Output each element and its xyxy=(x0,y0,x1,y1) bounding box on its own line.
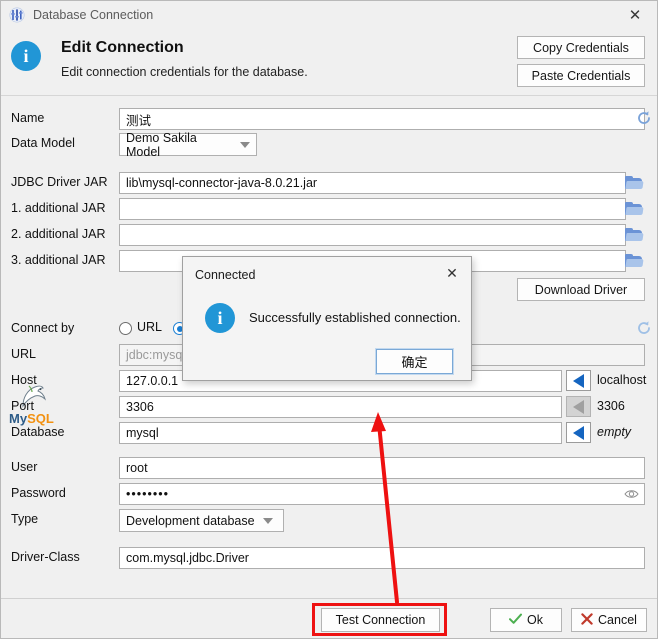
row-driver-class: Driver-Class com.mysql.jdbc.Driver xyxy=(1,547,657,569)
additional-jar-1-input[interactable] xyxy=(119,198,626,220)
arrow-left-icon xyxy=(573,399,584,414)
data-model-value: Demo Sakila Model xyxy=(126,130,197,159)
window-titlebar: Database Connection ✕ xyxy=(1,1,657,29)
type-value: Development database xyxy=(126,513,255,528)
show-password-eye-icon[interactable] xyxy=(624,488,639,500)
test-connection-button[interactable]: Test Connection xyxy=(321,608,440,632)
arrow-left-icon xyxy=(573,373,584,388)
additional-jar-1-label: 1. additional JAR xyxy=(11,201,106,215)
password-label: Password xyxy=(11,486,66,500)
refresh-name-icon[interactable] xyxy=(636,110,652,129)
chevron-down-icon xyxy=(262,517,273,524)
additional-jar-2-input[interactable] xyxy=(119,224,626,246)
database-label: Database xyxy=(11,425,65,439)
host-label: Host xyxy=(11,373,37,387)
connect-by-label: Connect by xyxy=(11,321,75,335)
password-input[interactable]: •••••••• xyxy=(119,483,645,505)
connected-dialog-ok-button[interactable]: 确定 xyxy=(375,348,454,375)
ok-button-label: Ok xyxy=(527,613,543,627)
additional-jar-3-label: 3. additional JAR xyxy=(11,253,106,267)
type-select[interactable]: Development database xyxy=(119,509,284,532)
name-label: Name xyxy=(11,111,45,125)
user-input[interactable]: root xyxy=(119,457,645,479)
port-default-button[interactable] xyxy=(566,396,591,417)
row-additional-jar-2: 2. additional JAR xyxy=(1,224,657,246)
host-default-button[interactable] xyxy=(566,370,591,391)
page-title: Edit Connection xyxy=(61,39,184,56)
port-label: Port xyxy=(11,399,34,413)
dialog-footer: Test Connection Ok Cancel xyxy=(1,598,657,638)
row-jdbc-driver-jar: JDBC Driver JAR lib\mysql-connector-java… xyxy=(1,172,657,194)
paste-credentials-button[interactable]: Paste Credentials xyxy=(517,64,645,87)
row-data-model: Data Model Demo Sakila Model xyxy=(1,130,657,159)
download-driver-button[interactable]: Download Driver xyxy=(517,278,645,301)
database-hint: empty xyxy=(597,425,632,439)
info-icon: i xyxy=(11,41,41,71)
info-icon: i xyxy=(205,303,235,333)
jdbc-driver-jar-label: JDBC Driver JAR xyxy=(11,175,108,189)
chevron-down-icon xyxy=(240,141,250,148)
database-default-button[interactable] xyxy=(566,422,591,443)
dialog-header: i Edit Connection Edit connection creden… xyxy=(1,29,657,96)
row-port: Port 3306 3306 xyxy=(1,396,657,418)
data-model-select[interactable]: Demo Sakila Model xyxy=(119,130,257,159)
row-password: Password •••••••• xyxy=(1,483,657,505)
connect-by-url-radio-label: URL xyxy=(137,320,163,334)
cancel-button-label: Cancel xyxy=(598,613,637,627)
connected-dialog-close-button[interactable]: ✕ xyxy=(437,261,467,285)
page-subtitle: Edit connection credentials for the data… xyxy=(61,65,308,79)
window-close-button[interactable]: ✕ xyxy=(613,1,657,29)
url-label: URL xyxy=(11,347,37,361)
type-label: Type xyxy=(11,512,39,526)
name-input[interactable]: 测试 xyxy=(119,108,645,130)
arrow-left-icon xyxy=(573,425,584,440)
row-database: Database mysql empty xyxy=(1,422,657,444)
additional-jar-2-label: 2. additional JAR xyxy=(11,227,106,241)
connect-by-url-radio[interactable] xyxy=(119,322,132,335)
row-user: User root xyxy=(1,457,657,479)
data-model-label: Data Model xyxy=(11,136,75,150)
row-type: Type Development database xyxy=(1,509,657,532)
database-connection-icon xyxy=(9,7,25,23)
driver-class-label: Driver-Class xyxy=(11,550,80,564)
refresh-connection-icon[interactable] xyxy=(636,320,652,339)
copy-credentials-button[interactable]: Copy Credentials xyxy=(517,36,645,59)
row-name: Name 测试 xyxy=(1,108,657,130)
jdbc-driver-jar-input[interactable]: lib\mysql-connector-java-8.0.21.jar xyxy=(119,172,626,194)
user-label: User xyxy=(11,460,38,474)
connected-dialog-message: Successfully established connection. xyxy=(249,310,461,325)
port-input[interactable]: 3306 xyxy=(119,396,562,418)
port-hint: 3306 xyxy=(597,399,625,413)
connected-dialog-title: Connected xyxy=(195,268,256,282)
database-input[interactable]: mysql xyxy=(119,422,562,444)
driver-class-input[interactable]: com.mysql.jdbc.Driver xyxy=(119,547,645,569)
close-x-icon xyxy=(581,612,593,628)
cancel-button[interactable]: Cancel xyxy=(571,608,647,632)
window-title: Database Connection xyxy=(33,8,154,22)
row-additional-jar-1: 1. additional JAR xyxy=(1,198,657,220)
host-hint: localhost xyxy=(597,373,647,387)
check-icon xyxy=(509,613,522,628)
connected-dialog: Connected ✕ i Successfully established c… xyxy=(182,256,472,381)
ok-button[interactable]: Ok xyxy=(490,608,562,632)
